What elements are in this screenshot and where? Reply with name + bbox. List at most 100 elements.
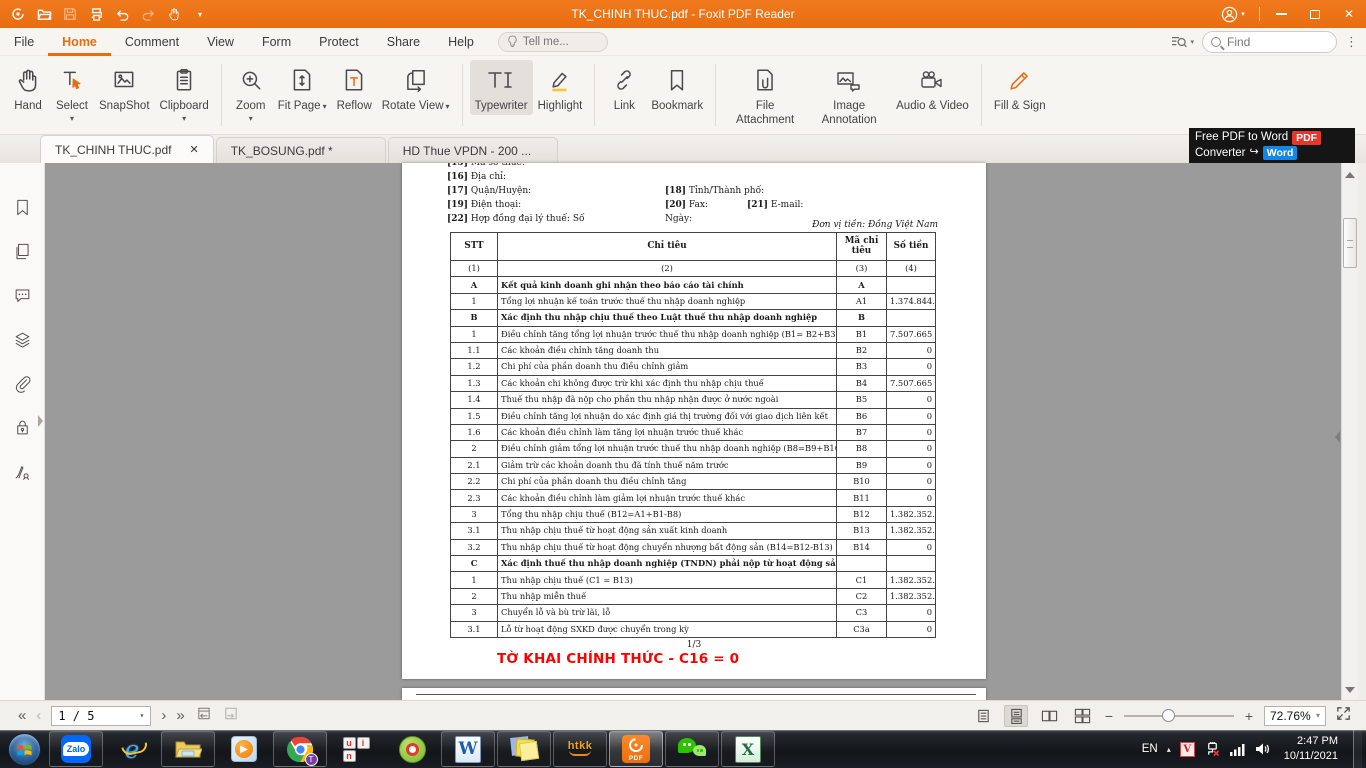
- maximize-button[interactable]: [1298, 0, 1332, 28]
- find-input[interactable]: [1227, 34, 1317, 49]
- clipboard-button[interactable]: Clipboard ▾: [155, 60, 214, 125]
- taskbar-htkk-button[interactable]: htkk: [553, 731, 607, 767]
- menu-item[interactable]: Share: [373, 28, 434, 56]
- rotate-view-button[interactable]: Rotate View ▾: [377, 60, 455, 115]
- next-view-button[interactable]: [222, 705, 239, 726]
- file-attachment-button[interactable]: File Attachment: [723, 60, 807, 130]
- right-panel-handle[interactable]: [1335, 431, 1340, 443]
- menu-item[interactable]: Protect: [305, 28, 373, 56]
- zoom-slider-knob[interactable]: [1162, 708, 1175, 722]
- next-page-button[interactable]: ›: [161, 708, 166, 723]
- language-indicator[interactable]: EN: [1142, 743, 1158, 755]
- bookmark-button[interactable]: Bookmark: [646, 60, 708, 115]
- fill-sign-button[interactable]: Fill & Sign: [989, 60, 1051, 115]
- undo-button[interactable]: [112, 4, 132, 24]
- menu-item[interactable]: Form: [248, 28, 305, 56]
- minimize-button[interactable]: [1264, 0, 1298, 28]
- layers-panel-button[interactable]: [0, 317, 44, 361]
- last-page-button[interactable]: »: [176, 708, 184, 723]
- search-options-button[interactable]: ▾: [1171, 35, 1194, 49]
- redo-button[interactable]: [138, 4, 158, 24]
- show-desktop-button[interactable]: [1353, 730, 1362, 768]
- zoom-slider[interactable]: [1124, 708, 1234, 722]
- signature-panel-button[interactable]: [0, 449, 44, 493]
- menu-item[interactable]: Home: [48, 28, 111, 56]
- field-tinh-thanh-pho: [18] Tỉnh/Thành phố:: [665, 186, 765, 196]
- tell-me-search[interactable]: [497, 31, 608, 52]
- select-button[interactable]: Select ▾: [50, 60, 94, 125]
- pdf-to-word-ad[interactable]: Free PDF to Word PDF Converter ↪ Word: [1189, 128, 1355, 163]
- taskbar-sticky-notes-button[interactable]: [497, 731, 551, 767]
- account-button[interactable]: ▾: [1211, 0, 1255, 28]
- unikey-tray-icon[interactable]: V: [1179, 741, 1195, 757]
- continuous-view-button[interactable]: [1004, 704, 1028, 727]
- close-button[interactable]: ✕: [1332, 0, 1366, 28]
- previous-page-button[interactable]: ‹: [36, 708, 41, 723]
- fit-page-button[interactable]: Fit Page ▾: [273, 60, 332, 115]
- taskbar-foxit-button[interactable]: PDF: [609, 731, 663, 767]
- open-file-button[interactable]: [34, 4, 54, 24]
- taskbar-excel-button[interactable]: X: [721, 731, 775, 767]
- page-number-box[interactable]: 1 / 5 ▾: [51, 705, 152, 726]
- taskbar-internet-explorer-button[interactable]: e: [105, 731, 159, 767]
- hidden-icons-button[interactable]: ▴: [1167, 745, 1171, 754]
- tab-hd-thue-vpdn[interactable]: HD Thue VPDN - 200 ...: [387, 137, 558, 163]
- scroll-up-arrow[interactable]: [1345, 172, 1355, 178]
- zoom-level-box[interactable]: 72.76% ▾: [1264, 705, 1326, 726]
- taskbar-file-explorer-button[interactable]: [161, 731, 215, 767]
- taskbar-wechat-button[interactable]: [665, 731, 719, 767]
- taskbar-zalo-button[interactable]: Zalo: [49, 731, 103, 767]
- hand-tool-button[interactable]: [164, 4, 184, 24]
- print-button[interactable]: [86, 4, 106, 24]
- highlight-button[interactable]: Highlight: [533, 60, 588, 115]
- taskbar-word-button[interactable]: W: [441, 731, 495, 767]
- menu-item[interactable]: Help: [434, 28, 488, 56]
- quick-access-customize-button[interactable]: ▾: [190, 4, 210, 24]
- panel-expand-handle[interactable]: [38, 415, 43, 427]
- find-box[interactable]: [1202, 30, 1337, 53]
- facing-view-button[interactable]: [1037, 705, 1061, 727]
- taskbar-unikey-button[interactable]: uin: [329, 731, 383, 767]
- bookmarks-panel-button[interactable]: [0, 185, 44, 229]
- taskbar-media-player-button[interactable]: ▶: [217, 731, 271, 767]
- hand-button[interactable]: Hand: [6, 60, 50, 115]
- tab-close-icon[interactable]: ✕: [171, 143, 198, 156]
- scrollbar-thumb[interactable]: [1343, 218, 1357, 268]
- scroll-down-arrow[interactable]: [1345, 687, 1355, 693]
- audio-video-button[interactable]: Audio & Video: [891, 60, 974, 115]
- tab-tk-bosung[interactable]: TK_BOSUNG.pdf *: [215, 137, 386, 163]
- fullscreen-button[interactable]: [1335, 705, 1352, 727]
- menu-item[interactable]: Comment: [111, 28, 193, 56]
- image-annotation-button[interactable]: Image Annotation: [807, 60, 891, 130]
- more-options-button[interactable]: ⋮: [1345, 34, 1358, 50]
- vertical-scrollbar[interactable]: [1341, 163, 1358, 700]
- previous-view-button[interactable]: [195, 705, 212, 726]
- reflow-button[interactable]: Reflow: [332, 60, 377, 115]
- menu-item[interactable]: View: [193, 28, 248, 56]
- tell-me-input[interactable]: [522, 35, 593, 48]
- clock[interactable]: 2:47 PM 10/11/2021: [1284, 734, 1338, 764]
- tab-tk-chinh-thuc[interactable]: TK_CHINH THUC.pdf ✕: [40, 135, 214, 163]
- table-row: (1) (2) (3) (4): [450, 259, 936, 278]
- pages-panel-button[interactable]: [0, 229, 44, 273]
- zoom-in-button[interactable]: +: [1243, 708, 1255, 724]
- comments-panel-button[interactable]: [0, 273, 44, 317]
- zoom-button[interactable]: Zoom ▾: [229, 60, 273, 125]
- taskbar-coccoc-button[interactable]: [385, 731, 439, 767]
- single-page-view-button[interactable]: [971, 705, 995, 727]
- save-button[interactable]: [60, 4, 80, 24]
- taskbar-chrome-button[interactable]: T: [273, 731, 327, 767]
- snapshot-button[interactable]: SnapShot: [94, 60, 155, 115]
- zoom-out-button[interactable]: −: [1103, 708, 1115, 724]
- facing-continuous-view-button[interactable]: [1070, 705, 1094, 727]
- link-button[interactable]: Link: [602, 60, 646, 115]
- signal-strength-icon[interactable]: [1229, 743, 1246, 756]
- menu-item[interactable]: File: [0, 28, 48, 56]
- typewriter-button[interactable]: Typewriter: [469, 60, 533, 116]
- start-button[interactable]: [0, 730, 48, 768]
- attachments-panel-button[interactable]: [0, 361, 44, 405]
- security-panel-button[interactable]: [0, 405, 44, 449]
- network-disconnected-icon[interactable]: [1204, 741, 1221, 757]
- first-page-button[interactable]: «: [18, 708, 26, 723]
- volume-icon[interactable]: [1255, 742, 1271, 756]
